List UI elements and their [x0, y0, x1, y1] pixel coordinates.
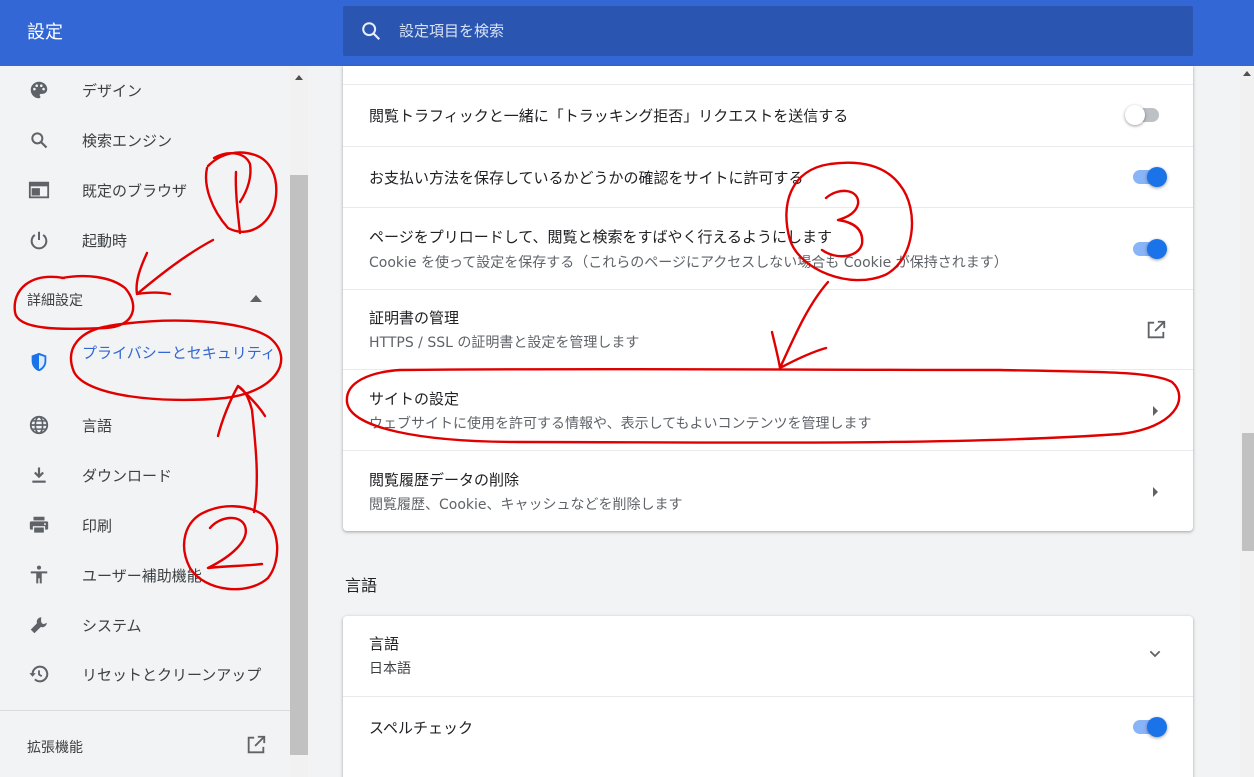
search-input[interactable] — [399, 6, 1179, 56]
sidebar-item-label: 言語 — [82, 416, 113, 435]
sidebar-item-label: システム — [82, 616, 142, 635]
spellcheck-toggle[interactable] — [1131, 717, 1167, 737]
sidebar-item-search-engine[interactable]: 検索エンジン — [0, 118, 290, 162]
sidebar-item-reset[interactable]: リセットとクリーンアップ — [0, 652, 290, 696]
sidebar-item-appearance[interactable]: デザイン — [0, 68, 290, 112]
sidebar-item-label: デザイン — [82, 81, 143, 100]
main-scrollbar[interactable] — [1240, 66, 1254, 777]
sidebar-item-label: ダウンロード — [82, 466, 173, 485]
setting-subtitle: Cookie を使って設定を保存する（これらのページにアクセスしない場合も Co… — [369, 255, 1008, 271]
setting-subtitle: 日本語 — [369, 661, 411, 677]
sidebar-item-label: ユーザー補助機能 — [82, 566, 202, 585]
scroll-up-icon[interactable] — [295, 75, 303, 80]
globe-icon — [27, 413, 51, 437]
setting-title: 閲覧トラフィックと一緒に「トラッキング拒否」リクエストを送信する — [369, 107, 849, 125]
setting-row-spellcheck[interactable]: スペルチェック — [343, 696, 1193, 758]
shield-icon — [27, 350, 51, 374]
sidebar-item-system[interactable]: システム — [0, 603, 290, 647]
main-scrollbar-thumb[interactable] — [1242, 433, 1254, 551]
sidebar-item-accessibility[interactable]: ユーザー補助機能 — [0, 553, 290, 597]
sidebar-item-label: 起動時 — [82, 231, 128, 250]
setting-row-do-not-track[interactable]: 閲覧トラフィックと一緒に「トラッキング拒否」リクエストを送信する — [343, 84, 1193, 146]
setting-subtitle: HTTPS / SSL の証明書と設定を管理します — [369, 335, 640, 351]
power-icon — [27, 228, 51, 252]
wrench-icon — [27, 613, 51, 637]
sidebar-item-label: リセットとクリーンアップ — [82, 665, 262, 684]
sidebar-item-label: 印刷 — [82, 516, 113, 535]
top-bar: 設定 — [0, 0, 1254, 66]
printer-icon — [27, 513, 51, 537]
page-title: 設定 — [27, 22, 63, 43]
sidebar-item-printing[interactable]: 印刷 — [0, 503, 290, 547]
history-icon — [27, 662, 51, 686]
extensions-link[interactable]: 拡張機能 — [27, 737, 83, 757]
setting-row-payment-methods[interactable]: お支払い方法を保存しているかどうかの確認をサイトに許可する — [343, 146, 1193, 207]
section-heading-languages: 言語 — [345, 576, 378, 595]
sidebar-item-downloads[interactable]: ダウンロード — [0, 453, 290, 497]
setting-title: 証明書の管理 — [369, 309, 460, 327]
do-not-track-toggle[interactable] — [1125, 105, 1161, 125]
caret-up-icon — [250, 295, 262, 302]
preload-toggle[interactable] — [1131, 239, 1167, 259]
setting-title: 閲覧履歴データの削除 — [369, 471, 520, 489]
scroll-up-icon[interactable] — [1243, 71, 1251, 76]
payment-methods-toggle[interactable] — [1131, 167, 1167, 187]
sidebar-item-privacy[interactable]: プライバシーとセキュリティ — [0, 340, 290, 384]
setting-row-preload[interactable]: ページをプリロードして、閲覧と検索をすばやく行えるようにします Cookie を… — [343, 207, 1193, 289]
advanced-label: 詳細設定 — [27, 293, 83, 309]
sidebar-item-label: 検索エンジン — [82, 131, 173, 150]
privacy-settings-card: 閲覧トラフィックと一緒に「トラッキング拒否」リクエストを送信する お支払い方法を… — [343, 66, 1193, 531]
setting-title: サイトの設定 — [369, 390, 460, 408]
download-icon — [27, 463, 51, 487]
setting-row-certificates[interactable]: 証明書の管理 HTTPS / SSL の証明書と設定を管理します — [343, 289, 1193, 369]
search-icon — [362, 22, 381, 41]
browser-icon — [27, 178, 51, 202]
sidebar-item-label: 既定のブラウザ — [82, 181, 188, 200]
accessibility-icon — [27, 563, 51, 587]
setting-row-site-settings[interactable]: サイトの設定 ウェブサイトに使用を許可する情報や、表示してもよいコンテンツを管理… — [343, 369, 1193, 450]
sidebar-item-default-browser[interactable]: 既定のブラウザ — [0, 168, 290, 212]
search-box[interactable] — [343, 6, 1193, 56]
sidebar-divider — [0, 710, 290, 711]
setting-title: 言語 — [369, 635, 400, 653]
setting-row-language[interactable]: 言語 日本語 — [343, 616, 1193, 696]
sidebar-item-on-startup[interactable]: 起動時 — [0, 218, 290, 262]
setting-title: スペルチェック — [369, 719, 473, 737]
setting-subtitle: 閲覧履歴、Cookie、キャッシュなどを削除します — [369, 497, 683, 513]
sidebar: デザイン 検索エンジン 既定のブラウザ 起動時 詳細設定 プライバシーとセキュリ… — [0, 66, 290, 777]
open-in-new-icon — [1147, 320, 1166, 339]
open-in-new-icon[interactable] — [245, 734, 267, 756]
search-icon — [27, 128, 51, 152]
palette-icon — [27, 78, 51, 102]
chevron-right-icon — [1153, 406, 1158, 416]
advanced-section-toggle[interactable]: 詳細設定 — [0, 278, 290, 322]
language-settings-card: 言語 日本語 スペルチェック — [343, 616, 1193, 777]
sidebar-item-languages[interactable]: 言語 — [0, 403, 290, 447]
sidebar-item-label: プライバシーとセキュリティ — [82, 344, 276, 362]
setting-title: ページをプリロードして、閲覧と検索をすばやく行えるようにします — [369, 228, 833, 246]
chevron-down-icon[interactable] — [1147, 646, 1163, 662]
sidebar-scrollbar-thumb[interactable] — [290, 175, 308, 755]
chevron-right-icon — [1153, 487, 1158, 497]
setting-title: お支払い方法を保存しているかどうかの確認をサイトに許可する — [369, 169, 804, 187]
setting-row-clear-browsing-data[interactable]: 閲覧履歴データの削除 閲覧履歴、Cookie、キャッシュなどを削除します — [343, 450, 1193, 531]
setting-subtitle: ウェブサイトに使用を許可する情報や、表示してもよいコンテンツを管理します — [369, 416, 872, 432]
